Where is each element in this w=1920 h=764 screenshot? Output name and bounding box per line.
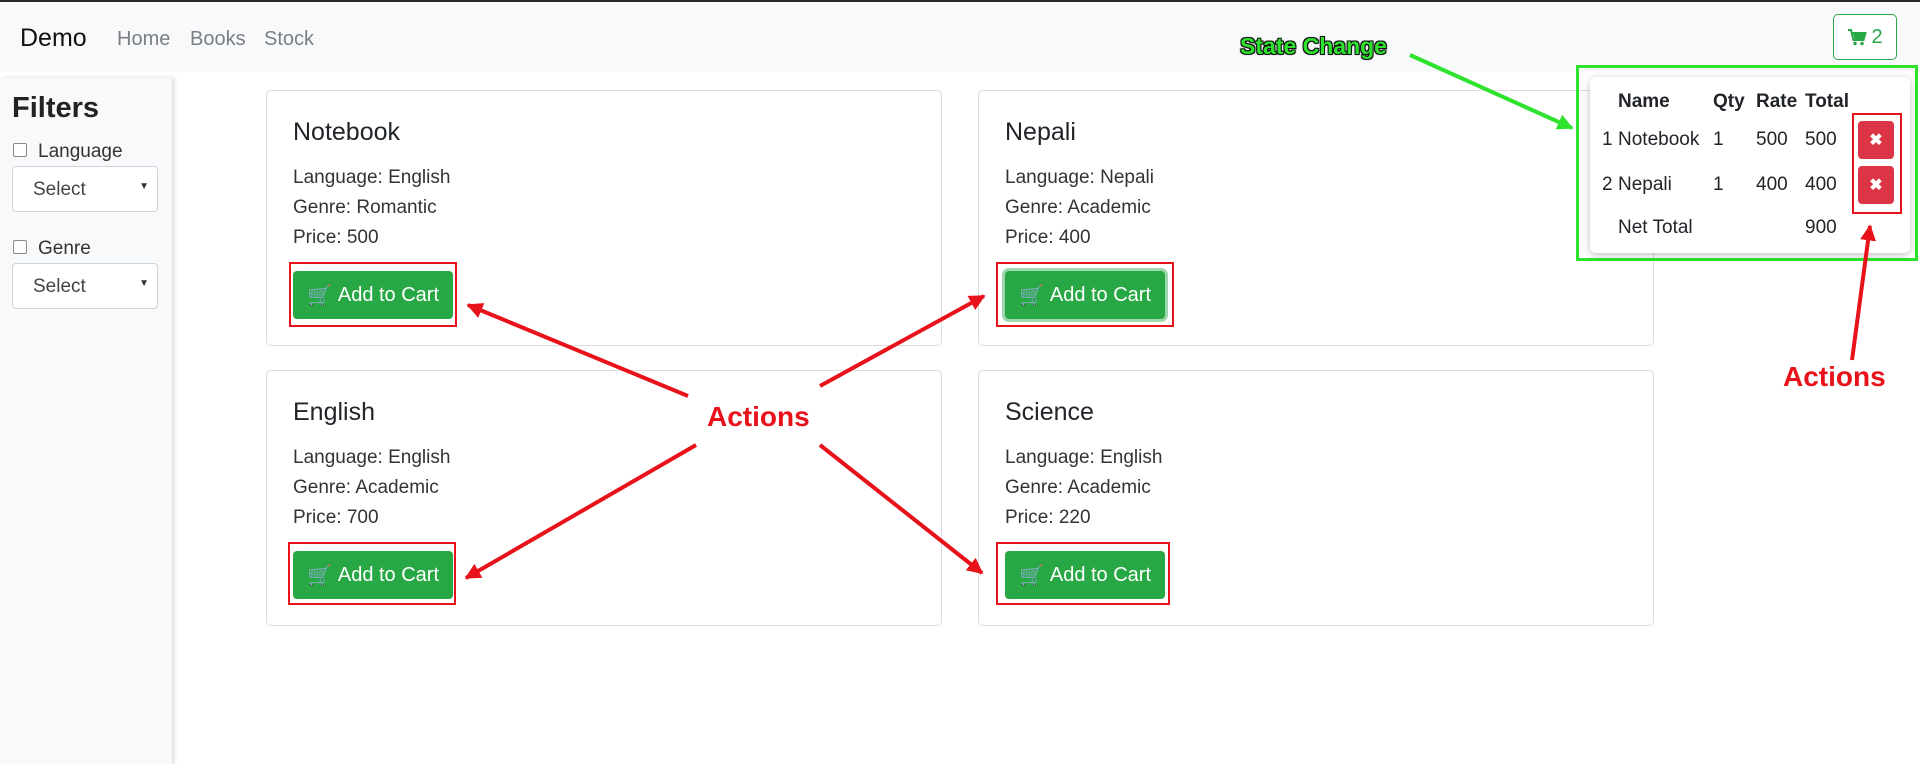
chevron-down-icon: ▼ xyxy=(139,181,149,192)
language-select-value: Select xyxy=(33,179,86,200)
filters-sidebar: Filters Language Select ▼ Genre Select ▼ xyxy=(0,78,172,764)
cart-header-rate: Rate xyxy=(1756,91,1798,112)
book-genre: Genre: Academic xyxy=(1005,477,1151,498)
highlight-box xyxy=(289,262,457,327)
book-genre: Genre: Academic xyxy=(1005,197,1151,218)
book-title: Notebook xyxy=(293,118,401,146)
highlight-box xyxy=(1852,113,1902,214)
book-title: Science xyxy=(1005,398,1094,426)
book-genre: Genre: Romantic xyxy=(293,197,437,218)
book-price: Price: 400 xyxy=(1005,227,1091,248)
nav-link-books[interactable]: Books xyxy=(190,28,246,51)
chevron-down-icon: ▼ xyxy=(139,278,149,289)
highlight-box xyxy=(996,542,1170,605)
book-title: Nepali xyxy=(1005,118,1076,146)
genre-filter-checkbox[interactable] xyxy=(13,240,27,254)
net-total-label: Net Total xyxy=(1618,217,1693,238)
cart-header-total: Total xyxy=(1805,91,1849,112)
cart-header-name: Name xyxy=(1618,91,1670,112)
filters-title: Filters xyxy=(12,92,100,124)
language-select[interactable]: Select ▼ xyxy=(12,166,158,212)
actions-annotation-right: Actions xyxy=(1783,361,1886,392)
book-language: Language: English xyxy=(293,447,451,468)
genre-select-value: Select xyxy=(33,276,86,297)
brand-logo[interactable]: Demo xyxy=(20,24,87,53)
genre-filter-label: Genre xyxy=(38,238,91,259)
book-title: English xyxy=(293,398,375,426)
shopping-cart-icon xyxy=(1848,29,1868,46)
genre-select[interactable]: Select ▼ xyxy=(12,263,158,309)
book-price: Price: 220 xyxy=(1005,507,1091,528)
actions-annotation-center: Actions xyxy=(707,401,810,432)
cart-row-qty: 1 xyxy=(1713,129,1724,150)
cart-row-rate: 500 xyxy=(1756,129,1788,150)
cart-header-qty: Qty xyxy=(1713,91,1745,112)
cart-row-name: Notebook xyxy=(1618,129,1700,150)
book-price: Price: 500 xyxy=(293,227,379,248)
book-language: Language: Nepali xyxy=(1005,167,1154,188)
book-genre: Genre: Academic xyxy=(293,477,439,498)
net-total-value: 900 xyxy=(1805,217,1837,238)
nav-link-home[interactable]: Home xyxy=(117,28,170,51)
language-filter-label: Language xyxy=(38,141,123,162)
navbar: Demo Home Books Stock 2 xyxy=(0,2,1920,72)
book-language: Language: English xyxy=(293,167,451,188)
highlight-box xyxy=(996,262,1174,327)
highlight-box xyxy=(288,542,456,605)
cart-count: 2 xyxy=(1871,25,1883,48)
cart-row-rate: 400 xyxy=(1756,174,1788,195)
cart-row-index: 2 xyxy=(1602,174,1613,195)
cart-row-qty: 1 xyxy=(1713,174,1724,195)
book-language: Language: English xyxy=(1005,447,1163,468)
book-price: Price: 700 xyxy=(293,507,379,528)
state-change-annotation: State Change xyxy=(1240,33,1387,59)
cart-button[interactable]: 2 xyxy=(1833,14,1897,60)
language-filter-checkbox[interactable] xyxy=(13,143,27,157)
cart-row-total: 400 xyxy=(1805,174,1837,195)
cart-row-total: 500 xyxy=(1805,129,1837,150)
cart-row-index: 1 xyxy=(1602,129,1613,150)
nav-link-stock[interactable]: Stock xyxy=(264,28,314,51)
cart-row-name: Nepali xyxy=(1618,174,1672,195)
